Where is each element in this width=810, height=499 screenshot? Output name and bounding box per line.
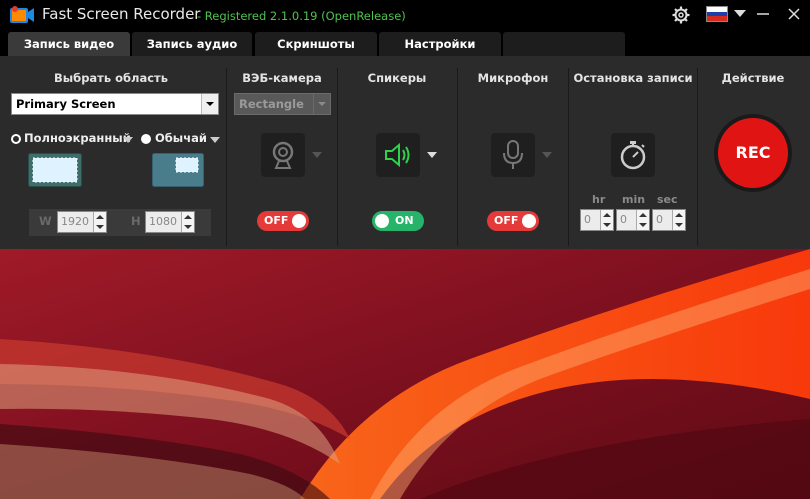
russian-flag-icon[interactable] xyxy=(706,6,728,22)
webcam-icon-box[interactable] xyxy=(261,133,305,177)
minutes-value: 0 xyxy=(620,213,627,226)
close-icon[interactable] xyxy=(787,7,801,21)
toggle-knob xyxy=(375,214,389,228)
seconds-input[interactable]: 0 xyxy=(652,209,686,231)
record-button[interactable]: REC xyxy=(718,118,788,188)
action-header: Действие xyxy=(721,71,785,85)
fullscreen-dropdown-icon[interactable] xyxy=(123,137,133,143)
hours-input[interactable]: 0 xyxy=(580,209,614,231)
speakers-toggle[interactable]: ON xyxy=(372,211,424,231)
control-panel: Выбрать область Primary Screen Полноэкра… xyxy=(0,56,810,249)
hours-label: hr xyxy=(592,193,606,206)
speaker-icon-box[interactable] xyxy=(376,133,420,177)
microphone-toggle-label: OFF xyxy=(494,214,519,227)
height-label: H xyxy=(131,214,141,228)
divider xyxy=(697,68,698,246)
webcam-toggle[interactable]: OFF xyxy=(257,211,309,231)
webcam-dropdown-icon[interactable] xyxy=(312,152,322,158)
speaker-icon xyxy=(385,142,410,168)
app-title: Fast Screen Recorder xyxy=(42,5,201,23)
registration-status: - Registered 2.1.0.19 (OpenRelease) xyxy=(197,9,406,23)
seconds-value: 0 xyxy=(656,213,663,226)
minutes-input[interactable]: 0 xyxy=(616,209,650,231)
tab-settings[interactable]: Настройки xyxy=(379,32,501,56)
microphone-header: Микрофон xyxy=(477,71,549,85)
tab-bar: Запись видео Запись аудио Скриншоты Наст… xyxy=(0,30,810,56)
fullscreen-label: Полноэкранный xyxy=(24,131,131,145)
microphone-toggle[interactable]: OFF xyxy=(487,211,539,231)
stopwatch-icon xyxy=(620,141,646,170)
speakers-toggle-label: ON xyxy=(395,214,414,227)
speakers-dropdown-icon[interactable] xyxy=(427,152,437,158)
app-logo-icon xyxy=(10,6,34,23)
normal-label: Обычай xyxy=(155,131,207,145)
tab-video-recording[interactable]: Запись видео xyxy=(8,32,130,56)
height-value: 1080 xyxy=(149,215,177,228)
screen-select-value: Primary Screen xyxy=(16,97,116,111)
seconds-stepper[interactable] xyxy=(672,210,685,230)
normal-dropdown-icon[interactable] xyxy=(210,137,220,143)
height-input[interactable]: 1080 xyxy=(145,211,195,233)
region-area-icon[interactable] xyxy=(152,153,204,187)
toggle-knob xyxy=(522,214,536,228)
stop-recording-header: Остановка записи xyxy=(573,71,693,85)
divider xyxy=(568,68,569,246)
stopwatch-icon-box[interactable] xyxy=(611,133,655,177)
webcam-shape-value: Rectangle xyxy=(239,97,304,111)
desktop-wallpaper xyxy=(0,249,810,499)
chevron-down-icon[interactable] xyxy=(733,8,747,18)
webcam-shape-select[interactable]: Rectangle xyxy=(234,93,331,115)
fullscreen-radio[interactable] xyxy=(11,134,21,144)
tab-screenshots[interactable]: Скриншоты xyxy=(255,32,377,56)
width-input[interactable]: 1920 xyxy=(57,211,107,233)
hours-stepper[interactable] xyxy=(600,210,613,230)
divider xyxy=(226,68,227,246)
area-header: Выбрать область xyxy=(54,71,168,85)
fullscreen-area-icon[interactable] xyxy=(28,153,82,187)
height-stepper[interactable] xyxy=(181,212,194,232)
screen-select[interactable]: Primary Screen xyxy=(11,93,219,115)
divider xyxy=(457,68,458,246)
width-value: 1920 xyxy=(61,215,89,228)
microphone-icon xyxy=(503,140,523,169)
webcam-toggle-label: OFF xyxy=(264,214,289,227)
width-label: W xyxy=(39,214,52,228)
webcam-header: ВЭБ-камера xyxy=(242,71,322,85)
seconds-label: sec xyxy=(657,193,678,206)
title-bar: Fast Screen Recorder - Registered 2.1.0.… xyxy=(0,0,810,30)
speakers-header: Спикеры xyxy=(367,71,427,85)
tab-audio-recording[interactable]: Запись аудио xyxy=(132,32,252,56)
microphone-dropdown-icon[interactable] xyxy=(542,152,552,158)
gear-icon[interactable] xyxy=(672,6,690,24)
divider xyxy=(337,68,338,246)
chevron-down-icon[interactable] xyxy=(201,94,218,114)
chevron-down-icon[interactable] xyxy=(313,94,330,114)
normal-radio[interactable] xyxy=(141,134,151,144)
microphone-icon-box[interactable] xyxy=(491,133,535,177)
minutes-stepper[interactable] xyxy=(636,210,649,230)
width-stepper[interactable] xyxy=(93,212,106,232)
minimize-icon[interactable] xyxy=(756,7,770,21)
webcam-icon xyxy=(272,141,294,169)
hours-value: 0 xyxy=(584,213,591,226)
tab-empty xyxy=(503,32,625,56)
toggle-knob xyxy=(292,214,306,228)
minutes-label: min xyxy=(622,193,646,206)
